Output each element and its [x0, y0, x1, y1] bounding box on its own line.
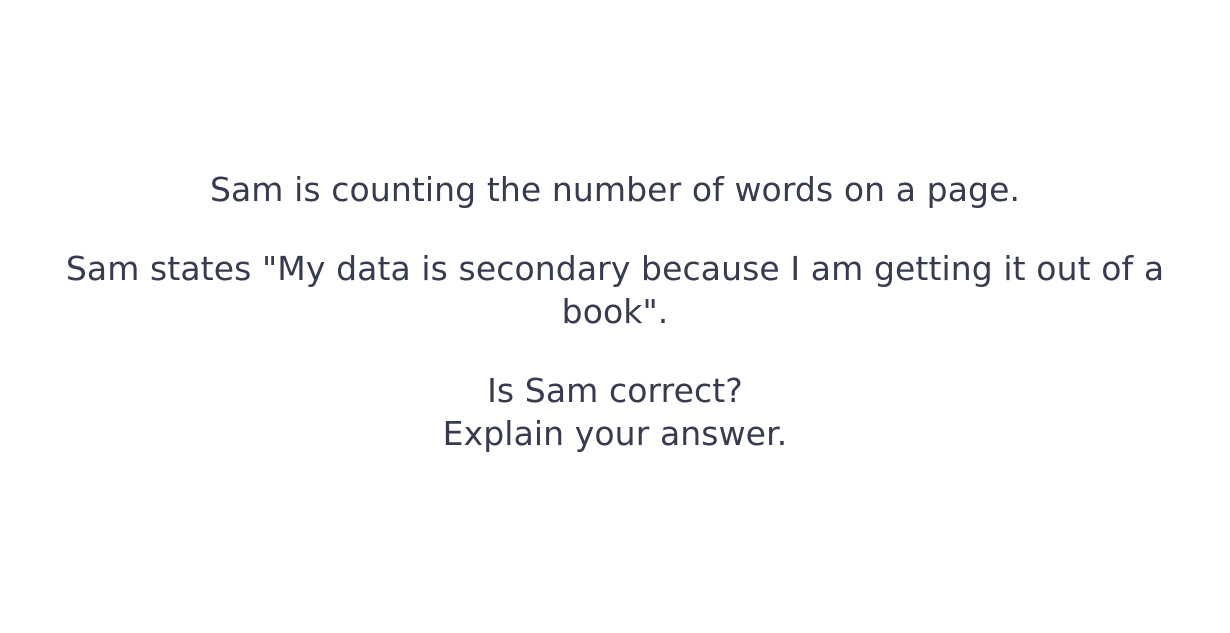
sam-quote: Sam states "My data is secondary because…: [65, 249, 1165, 331]
question-statement: Sam is counting the number of words on a…: [209, 170, 1021, 209]
explain-answer-line: Explain your answer.: [442, 414, 788, 453]
is-sam-correct-line: Is Sam correct?: [487, 371, 743, 410]
question-prompt: Is Sam correct? Explain your answer.: [40, 369, 1190, 455]
question-slide: Sam is counting the number of words on a…: [0, 0, 1230, 633]
question-text-block: Sam is counting the number of words on a…: [40, 168, 1190, 455]
